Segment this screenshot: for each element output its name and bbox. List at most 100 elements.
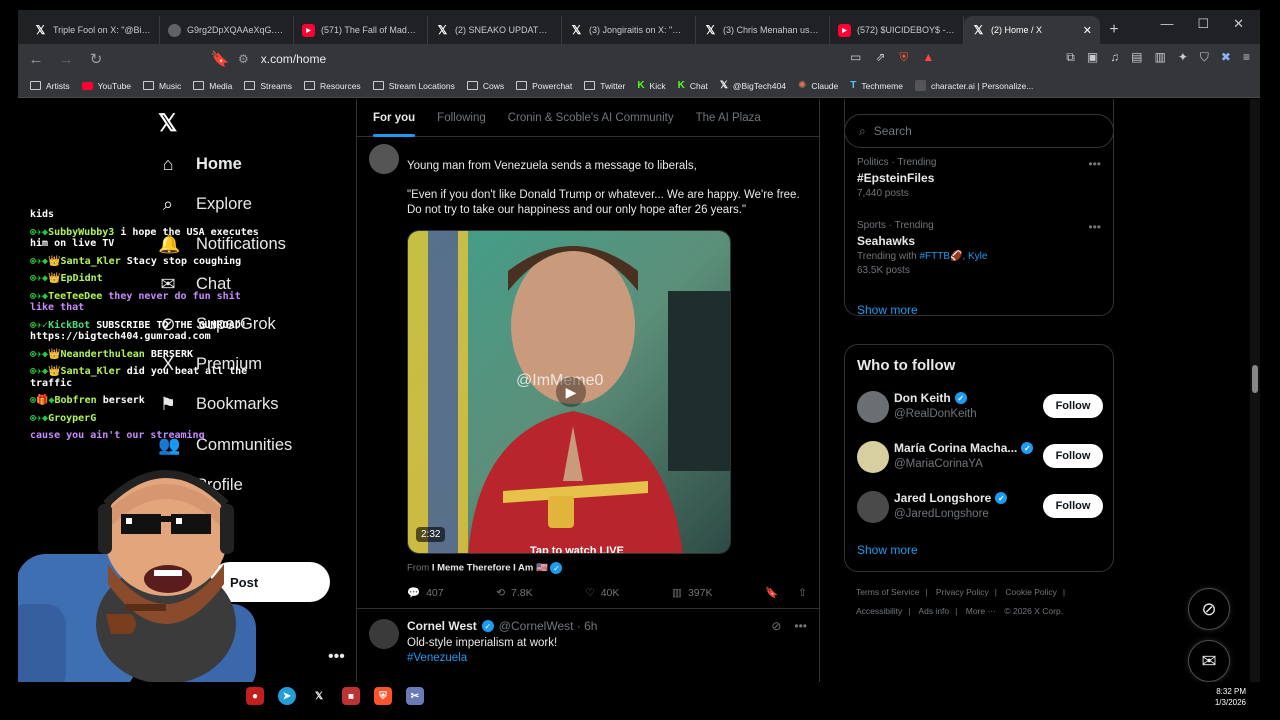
x-logo-icon[interactable]: 𝕏 [158,109,177,138]
more-options-icon[interactable]: ••• [1088,220,1101,234]
reading-list-icon[interactable]: ▤ [1131,50,1142,65]
voice-app-icon[interactable]: ▦ [342,687,360,705]
minimize-icon[interactable]: — [1160,16,1173,32]
messages-fab-button[interactable]: ✉ [1188,640,1230,682]
show-more-trends[interactable]: Show more [857,303,918,317]
grok-icon[interactable]: ⊘ [771,619,781,633]
account-more-icon[interactable]: ••• [328,648,345,666]
brave-icon[interactable]: ⛨ [374,687,392,705]
bookmark-claude[interactable]: ✺ Claude [798,80,838,91]
grok-fab-button[interactable]: ⊘ [1188,588,1230,630]
bookmark-character-ai[interactable]: character.ai | Personalize... [914,80,1033,91]
bookmark-stream-locations[interactable]: Stream Locations [372,81,455,91]
chat-username[interactable]: TeeTeeDee [48,291,102,302]
extension-x-icon[interactable]: ✖ [1221,50,1231,65]
tab-ai-plaza[interactable]: The AI Plaza [696,99,761,137]
bookmark-resources[interactable]: Resources [304,81,361,91]
browser-tab[interactable]: 𝕏 (3) Chris Menahan us on X: [696,16,830,44]
brave-rewards-icon[interactable]: ▲ [922,50,934,65]
browser-tab[interactable]: ▶ (572) $UICIDEBOY$ - Levitic [830,16,964,44]
bookmark-cows[interactable]: Cows [466,81,504,91]
nav-home[interactable]: ⌂ Home [158,154,242,175]
bookmark-chat[interactable]: K Chat [678,80,708,91]
bookmark-techmeme[interactable]: T Techmeme [850,80,903,91]
chat-username[interactable]: SubbyWubby3 [48,227,114,238]
trend-related[interactable]: #FTTB🏈, Kyle [919,251,987,262]
reload-icon[interactable]: ↻ [84,50,108,68]
reply-button[interactable]: 💬 407 [407,586,444,600]
scrollbar-thumb[interactable] [1252,365,1258,393]
bookmark-kick[interactable]: K Kick [637,80,665,91]
footer-link-terms[interactable]: Terms of Service [856,587,919,597]
follow-suggestion[interactable]: María Corina Macha... ✓ @MariaCorinaYA Fo… [857,439,1103,475]
chat-username[interactable]: Santa_Kler [61,256,121,267]
post-hashtag[interactable]: #Venezuela [407,651,807,666]
browser-tab-active[interactable]: 𝕏 (2) Home / X ✕ [964,16,1100,44]
trend-item[interactable]: Sports · Trending Seahawks Trending with… [857,220,1101,276]
more-options-icon[interactable]: ••• [1088,157,1101,171]
like-button[interactable]: ♡ 40K [585,586,619,599]
footer-link-ads[interactable]: Ads info [918,606,949,616]
x-app-icon[interactable]: 𝕏 [310,687,328,705]
follow-suggestion[interactable]: Jared Longshore ✓ @JaredLongshore Follow [857,489,1103,525]
forward-icon[interactable]: → [54,51,78,68]
repost-button[interactable]: ⟲ 7.8K [496,586,532,599]
chat-username[interactable]: KickBot [48,320,90,331]
chat-username[interactable]: EpDidnt [61,273,103,284]
bookmark-powerchat[interactable]: Powerchat [516,81,572,91]
avatar[interactable] [857,441,889,473]
browser-tab[interactable]: G9rg2DpXQAAeXqG.png (1 [160,16,294,44]
bookmark-youtube[interactable]: YouTube [81,81,131,91]
footer-link-privacy[interactable]: Privacy Policy [936,587,989,597]
follow-button[interactable]: Follow [1043,444,1103,468]
maximize-icon[interactable]: ☐ [1197,16,1209,32]
new-tab-button[interactable]: + [1100,16,1128,44]
browser-tab[interactable]: 𝕏 (3) Jongiraitis on X: "Praising [562,16,696,44]
snipping-tool-icon[interactable]: ✂ [406,687,424,705]
play-icon[interactable]: ▶ [556,377,586,407]
leo-icon[interactable]: ✦ [1178,50,1188,65]
vpn-icon[interactable]: ⛉ [1200,50,1209,65]
share-icon[interactable]: ⇧ [798,587,807,599]
follow-suggestion[interactable]: Don Keith ✓ @RealDonKeith Follow [857,389,1103,425]
avatar[interactable] [857,491,889,523]
bookmark-bigtech404[interactable]: 𝕏 @BigTech404 [720,80,786,91]
footer-link-accessibility[interactable]: Accessibility [856,606,902,616]
back-icon[interactable]: ← [24,51,48,68]
trend-item[interactable]: Politics · Trending #EpsteinFiles 7,440 … [857,157,1101,199]
browser-tab[interactable]: ▶ (571) The Fall of Maduro: Ins [294,16,428,44]
close-window-icon[interactable]: ✕ [1233,16,1244,32]
bookmark-icon[interactable]: 🔖 [765,586,778,599]
brave-shield-icon[interactable]: ⛨ [899,50,908,65]
post[interactable]: Young man from Venezuela sends a message… [357,119,819,609]
views-button[interactable]: ▥ 397K [672,586,712,599]
avatar[interactable] [857,391,889,423]
bookmark-artists[interactable]: Artists [30,81,70,91]
extensions-icon[interactable]: ⧉ [1066,50,1075,65]
bookmark-streams[interactable]: Streams [244,81,292,91]
bookmark-twitter[interactable]: Twitter [584,81,625,91]
system-clock[interactable]: 8:32 PM 1/3/2026 [1215,686,1246,708]
post-video[interactable]: @ImMeme0 ▶ Tap to watch LIVE 2:32 [407,230,731,554]
wallet-icon[interactable]: ▥ [1155,50,1166,65]
close-tab-icon[interactable]: ✕ [1083,24,1092,37]
post-source[interactable]: From I Meme Therefore I Am 🇺🇸 ✓ [407,562,807,574]
footer-link-more[interactable]: More ··· [966,606,996,616]
telegram-icon[interactable]: ➤ [278,687,296,705]
cast-icon[interactable]: ▭ [850,50,861,65]
site-settings-icon[interactable]: ⚙ [238,52,249,66]
follow-button[interactable]: Follow [1043,494,1103,518]
media-icon[interactable]: ♫ [1110,50,1119,65]
tab-for-you[interactable]: For you [373,99,416,137]
author-handle[interactable]: @CornelWest · 6h [499,619,598,633]
post-author-avatar[interactable] [369,619,399,649]
more-options-icon[interactable]: ••• [794,619,807,633]
post-author-avatar[interactable] [369,144,399,174]
tab-cronin-scoble-community[interactable]: Cronin & Scoble's AI Community [508,99,674,137]
bookmark-music[interactable]: Music [143,81,181,91]
chat-username[interactable]: GroyperG [48,413,96,424]
browser-tab[interactable]: 𝕏 (2) SNEAKO UPDATES on X [428,16,562,44]
show-more-follows[interactable]: Show more [857,543,918,557]
follow-button[interactable]: Follow [1043,394,1103,418]
author-name[interactable]: Cornel West [407,619,477,633]
